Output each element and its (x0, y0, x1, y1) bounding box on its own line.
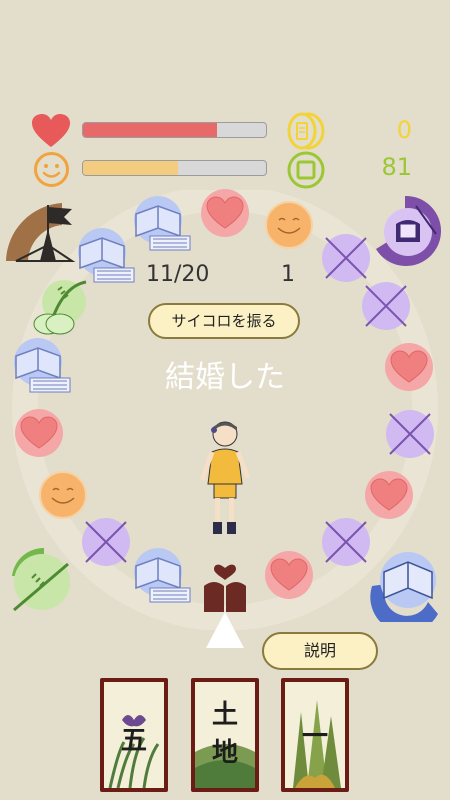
heart-tile-icon (365, 471, 413, 519)
crossed-swords-icon (386, 410, 434, 458)
kendo-mask-icon (376, 195, 442, 266)
card-face: 五 (104, 682, 164, 788)
crossed-swords-icon (322, 518, 370, 566)
money-value: 0 (396, 116, 412, 144)
hanafuda-card-1[interactable]: 五 (100, 678, 168, 792)
book-icon (134, 548, 191, 603)
player-character (199, 421, 251, 534)
hanafuda-card-2[interactable]: 土 地 (191, 678, 259, 792)
progress-counter: 11/20 (146, 262, 210, 287)
health-bar (82, 122, 267, 138)
heart-tile-icon (265, 551, 313, 599)
book-icon (134, 196, 191, 251)
card-face: 土 地 (195, 682, 255, 788)
crossed-swords-icon (82, 518, 130, 566)
house-icon (204, 564, 246, 612)
heart-tile-icon (15, 409, 63, 457)
event-message: 結婚した (165, 360, 285, 395)
smiley-tile-icon (265, 201, 313, 249)
heart-tile-icon (201, 189, 249, 237)
health-bar-fill (83, 123, 217, 137)
card-kanji: 一 (301, 722, 328, 752)
current-position-pointer-icon (206, 612, 244, 648)
book-corner-icon (370, 552, 438, 622)
mood-bar (82, 160, 267, 176)
crossed-swords-icon (362, 282, 410, 330)
castle-flag-icon (6, 203, 76, 262)
card-face: 一 (285, 682, 345, 788)
smiley-tile-icon (39, 471, 87, 519)
rice-plant-icon (33, 280, 87, 335)
roll-dice-button[interactable]: サイコロを振る (148, 303, 300, 339)
rice-icon (287, 151, 325, 189)
mood-bar-fill (83, 161, 179, 175)
crossed-swords-icon (322, 234, 370, 282)
money-coin-icon (287, 112, 325, 150)
card-kanji: 土 地 (211, 700, 238, 768)
explain-button[interactable]: 説明 (262, 632, 378, 670)
hanafuda-card-3[interactable]: 一 (281, 678, 349, 792)
dice-result: 1 (281, 262, 295, 287)
card-kanji: 五 (120, 726, 147, 756)
rice-value: 81 (381, 153, 412, 181)
rice-corner-icon (12, 547, 70, 612)
health-heart-icon (32, 114, 70, 147)
mood-smiley-icon (34, 152, 69, 187)
